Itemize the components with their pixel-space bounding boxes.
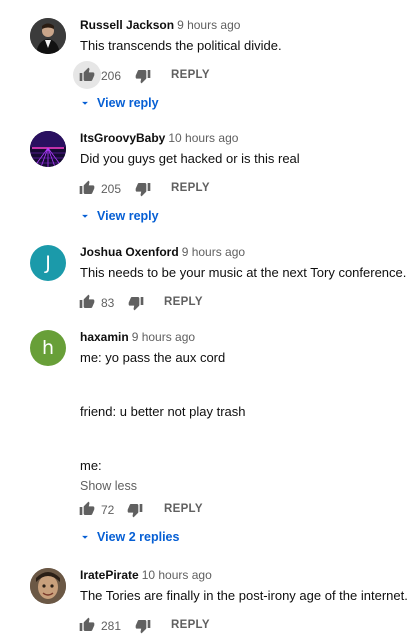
comment-actions: 72 REPLY	[79, 498, 408, 524]
dislike-button[interactable]	[126, 293, 146, 313]
view-replies-label: View 2 replies	[97, 530, 180, 544]
comment-line: me:	[80, 458, 102, 473]
reply-button[interactable]: REPLY	[171, 182, 210, 194]
comment-time[interactable]: 10 hours ago	[168, 131, 238, 145]
thumbs-down-icon	[135, 620, 151, 634]
comment-line: me: yo pass the aux cord	[80, 350, 226, 365]
comment-actions: 281 REPLY	[79, 614, 408, 640]
comment-meta: Russell Jackson 9 hours ago	[80, 18, 408, 33]
avatar[interactable]	[30, 568, 66, 604]
thumbs-up-icon	[79, 617, 95, 631]
comment-actions: 205 REPLY	[79, 177, 408, 203]
thumbs-down-icon	[135, 70, 151, 84]
view-replies-button[interactable]: View 2 replies	[80, 527, 408, 547]
comment-text: The Tories are finally in the post-irony…	[80, 587, 408, 605]
view-replies-label: View reply	[97, 96, 159, 110]
reply-button[interactable]: REPLY	[164, 296, 203, 308]
comment-meta: ItsGroovyBaby 10 hours ago	[80, 131, 408, 146]
view-replies-button[interactable]: View reply	[80, 206, 408, 226]
comment-time[interactable]: 9 hours ago	[177, 18, 240, 32]
thumbs-up-icon	[79, 67, 95, 81]
like-button[interactable]	[73, 611, 101, 639]
caret-down-icon	[82, 214, 88, 218]
caret-down-icon	[82, 101, 88, 105]
like-count: 281	[101, 619, 122, 633]
like-button[interactable]	[73, 495, 101, 523]
thumbs-down-icon	[127, 504, 143, 518]
thumbs-up-icon	[79, 294, 95, 308]
author-name[interactable]: haxamin	[80, 330, 129, 344]
thumbs-down-icon	[128, 297, 144, 311]
avatar[interactable]: h	[30, 330, 66, 366]
comment-time[interactable]: 10 hours ago	[142, 568, 212, 582]
reply-button[interactable]: REPLY	[164, 503, 203, 515]
user-photo-icon	[30, 568, 66, 604]
comment-text: This transcends the political divide.	[80, 37, 408, 55]
like-button[interactable]	[73, 288, 101, 316]
comment-line: This transcends the political divide.	[80, 38, 282, 53]
dislike-button[interactable]	[125, 500, 145, 520]
synthwave-avatar-icon	[30, 131, 66, 167]
author-name[interactable]: IratePirate	[80, 568, 139, 582]
reply-button[interactable]: REPLY	[171, 619, 210, 631]
comment-line: This needs to be your music at the next …	[80, 265, 407, 280]
like-button[interactable]	[73, 174, 101, 202]
author-name[interactable]: ItsGroovyBaby	[80, 131, 165, 145]
like-count: 206	[101, 69, 122, 83]
like-count: 205	[101, 182, 122, 196]
avatar[interactable]	[30, 131, 66, 167]
reply-button[interactable]: REPLY	[171, 69, 210, 81]
avatar-letter: J	[45, 252, 51, 274]
comment-line: friend: u better not play trash	[80, 404, 246, 419]
avatar-letter: h	[41, 337, 55, 359]
view-replies-label: View reply	[97, 209, 159, 223]
avatar[interactable]: J	[30, 245, 66, 281]
view-replies-button[interactable]: View reply	[80, 93, 408, 113]
thumbs-up-icon	[79, 180, 95, 194]
like-count: 83	[101, 296, 115, 310]
avatar[interactable]	[30, 18, 66, 54]
caret-down-icon	[82, 535, 88, 539]
comment-text: Did you guys get hacked or is this real	[80, 150, 408, 168]
comment-meta: haxamin 9 hours ago	[80, 330, 408, 345]
comment-text: This needs to be your music at the next …	[80, 264, 408, 282]
dislike-button[interactable]	[133, 66, 153, 86]
dislike-button[interactable]	[133, 179, 153, 199]
comment-time[interactable]: 9 hours ago	[132, 330, 195, 344]
comment-line-blank	[80, 367, 408, 385]
thumbs-down-icon	[135, 183, 151, 197]
comment-time[interactable]: 9 hours ago	[182, 245, 245, 259]
author-name[interactable]: Russell Jackson	[80, 18, 174, 32]
comment-line-blank	[80, 421, 408, 439]
comment-line: Did you guys get hacked or is this real	[80, 151, 300, 166]
like-count: 72	[101, 503, 115, 517]
show-less-button[interactable]: Show less	[80, 479, 408, 493]
thumbs-up-icon	[79, 501, 95, 515]
author-name[interactable]: Joshua Oxenford	[80, 245, 179, 259]
comment-line: The Tories are finally in the post-irony…	[80, 588, 408, 603]
comment-actions: 83 REPLY	[79, 291, 408, 317]
comment-text: me: yo pass the aux cord friend: u bette…	[80, 349, 408, 475]
comment-actions: 206 REPLY	[73, 61, 408, 90]
dislike-button[interactable]	[133, 616, 153, 636]
comment-meta: IratePirate 10 hours ago	[80, 568, 408, 583]
like-button[interactable]	[73, 61, 101, 89]
comment-meta: Joshua Oxenford 9 hours ago	[80, 245, 408, 260]
user-photo-icon	[30, 18, 66, 54]
